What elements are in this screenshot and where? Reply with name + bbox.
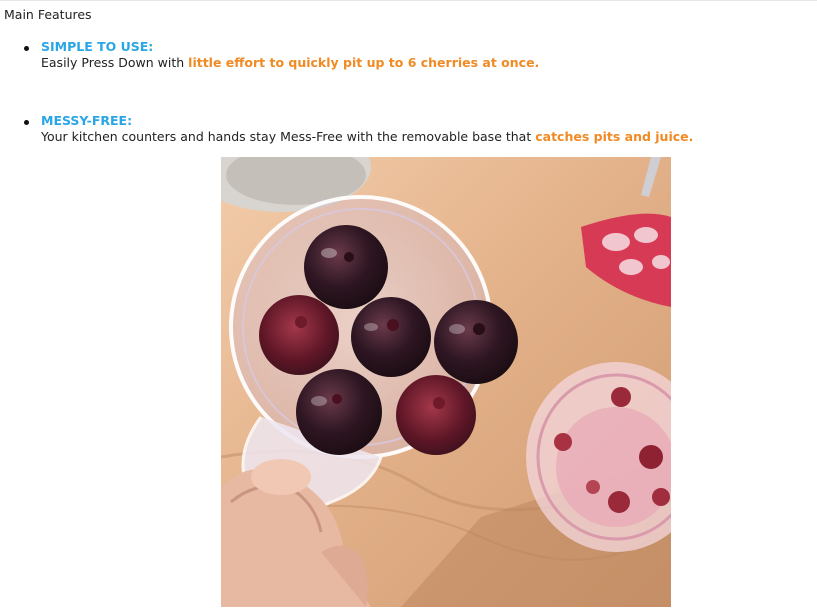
bullet-icon [24,46,29,51]
cherry-pitter-illustration [221,157,671,607]
feature-highlight: catches pits and juice. [535,129,694,144]
feature-text: Your kitchen counters and hands stay Mes… [41,129,536,144]
feature-title: MESSY-FREE: [41,113,133,128]
bullet-icon [24,120,29,125]
feature-highlight: little effort to quickly pit up to 6 che… [188,55,540,70]
product-photo [221,157,671,607]
feature-title: SIMPLE TO USE: [41,39,154,54]
feature-description: Your kitchen counters and hands stay Mes… [41,129,693,144]
top-divider [0,0,817,1]
section-heading: Main Features [4,7,92,22]
feature-item-simple-to-use: SIMPLE TO USE: Easily Press Down with li… [24,39,801,71]
feature-item-messy-free: MESSY-FREE: Your kitchen counters and ha… [24,113,801,145]
feature-text: Easily Press Down with [41,55,189,70]
feature-description: Easily Press Down with little effort to … [41,55,539,70]
